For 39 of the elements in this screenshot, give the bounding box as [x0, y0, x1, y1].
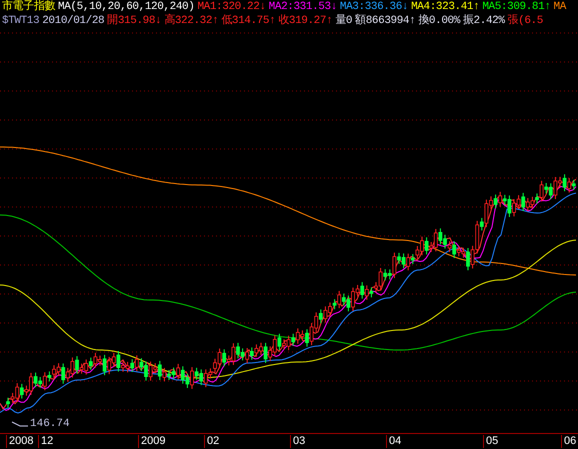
- time-axis-label: 03: [290, 435, 306, 448]
- trend-arrow: ↓: [330, 0, 337, 14]
- quote-value: 市電子指數: [2, 0, 56, 14]
- trend-arrow: ↓: [259, 0, 266, 14]
- leader-line: [12, 422, 28, 426]
- quote-value: MA: [554, 0, 566, 14]
- quote-value: 換0.00%: [418, 14, 460, 28]
- quote-value: MA3:336.36: [340, 0, 402, 14]
- time-axis-label: 06: [561, 435, 576, 448]
- time-axis-label: 12: [38, 435, 54, 448]
- trend-arrow: ↑: [544, 0, 551, 14]
- quote-value: 開315.98: [107, 14, 156, 28]
- low-price-label: 146.74: [30, 418, 70, 430]
- quote-value: MA4:323.41: [411, 0, 474, 14]
- trend-arrow: ↑: [326, 14, 332, 28]
- time-axis-label: 2008: [6, 435, 34, 448]
- quote-value: MA1:320.22: [197, 0, 260, 14]
- quote-value: 2010/01/28: [42, 14, 104, 28]
- time-axis-label: 2009: [138, 435, 166, 448]
- quote-value: MA(5,10,20,60,120,240): [58, 0, 194, 14]
- time-axis-label: 04: [386, 435, 402, 448]
- trend-arrow: ↑: [269, 14, 276, 28]
- trend-arrow: ↑: [409, 14, 416, 28]
- trend-arrow: ↑: [212, 14, 218, 28]
- quote-value: 張(6.5: [508, 14, 543, 28]
- trend-arrow: ↓: [155, 14, 162, 28]
- quote-value: 量0: [335, 14, 352, 28]
- time-axis-label: 02: [204, 435, 220, 448]
- trend-arrow: ↓: [402, 0, 408, 14]
- quote-value: 額8663994: [355, 14, 410, 28]
- quote-value: $TWT13: [2, 14, 40, 28]
- quote-value: 收319.27: [278, 14, 326, 28]
- time-axis-label: 05: [483, 435, 498, 448]
- trend-arrow: ↑: [473, 0, 480, 14]
- quote-value: 低314.75: [221, 14, 270, 28]
- quote-value: MA2:331.53: [268, 0, 331, 14]
- quote-value: MA5:309.81: [482, 0, 544, 14]
- quote-value: 高322.32: [164, 14, 212, 28]
- quote-value: 振2.42%: [462, 14, 505, 28]
